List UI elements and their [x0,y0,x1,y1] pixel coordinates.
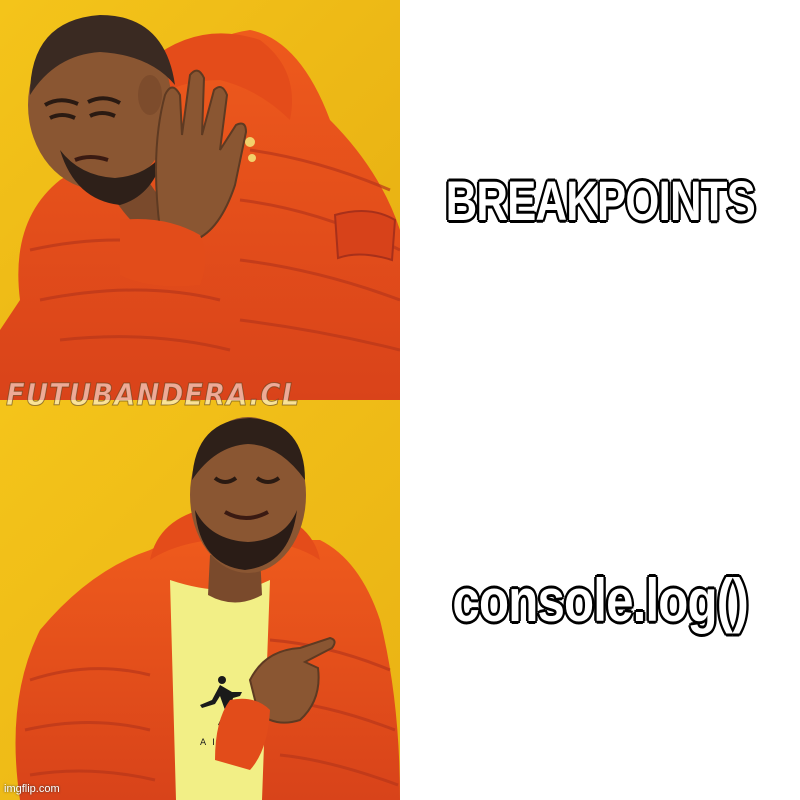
drake-approving-image: AIR [0,400,400,800]
caption-panel-bottom: console.log() [400,400,800,800]
drake-rejecting-illustration [0,0,400,400]
imgflip-credit: imgflip.com [4,783,60,795]
caption-approved: console.log() [451,566,749,635]
drake-meme: BREAKPOINTS console.log() FUTUBANDERA.CL… [0,0,800,800]
caption-rejected: BREAKPOINTS [445,168,757,233]
drake-approving-illustration: AIR [0,400,400,800]
drake-rejecting-image [0,0,400,400]
caption-panel-top: BREAKPOINTS [400,0,800,400]
watermark-text: FUTUBANDERA.CL [6,378,301,414]
